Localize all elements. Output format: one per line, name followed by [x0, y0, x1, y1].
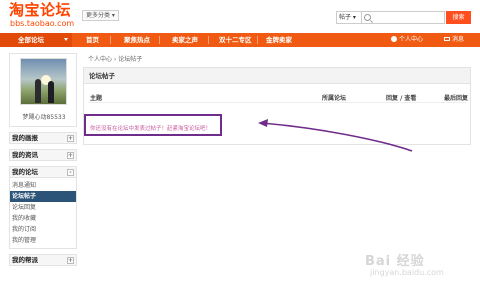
col-topic: 主题	[90, 95, 103, 102]
nav-divider	[110, 36, 111, 44]
sidebar-item-forum-replies[interactable]: 论坛回复	[10, 202, 76, 213]
logo-url: bbs.taobao.com	[10, 19, 75, 28]
nav-hot-topics[interactable]: 聚焦热点	[124, 33, 150, 47]
section-title: 我的资讯	[12, 151, 38, 159]
messages-label: 消息	[452, 36, 465, 43]
sidebar-item-management[interactable]: 我的管理	[10, 235, 76, 246]
section-my-forum[interactable]: 我的论坛 -	[9, 166, 77, 178]
avatar[interactable]	[20, 58, 67, 105]
expand-icon[interactable]: +	[67, 135, 74, 142]
nav-divider	[159, 36, 160, 44]
search-box[interactable]	[361, 11, 445, 24]
sidebar-item-forum-posts[interactable]: 论坛帖子	[10, 191, 76, 202]
nav-all-forums-label: 全部论坛	[18, 36, 44, 44]
section-title: 我的画报	[12, 134, 38, 142]
panel-title: 论坛帖子	[84, 68, 470, 84]
search-button[interactable]: 搜索	[446, 11, 471, 24]
sidebar-item-subscriptions[interactable]: 我的订阅	[10, 224, 76, 235]
forum-submenu: 消息通知 论坛帖子 论坛回复 我的收藏 我的订阅 我的管理	[9, 178, 77, 249]
personal-center-label: 个人中心	[399, 36, 424, 43]
col-forum: 所属论坛	[322, 95, 347, 102]
logo-title: 淘宝论坛	[9, 1, 72, 19]
search-type-select[interactable]: 帖子 ▾	[336, 11, 361, 24]
sidebar: 梦飓心动85533 我的画报 + 我的资讯 + 我的论坛 - 消息通知 论坛帖子…	[9, 53, 77, 266]
envelope-icon	[444, 37, 450, 41]
watermark-url: jingyan.baidu.com	[370, 268, 444, 277]
search-icon	[364, 14, 371, 21]
main-nav: 全部论坛 首页 聚焦热点 卖家之声 双十二专区 金牌卖家 个人中心 消息	[0, 33, 480, 47]
section-my-news[interactable]: 我的资讯 +	[9, 149, 77, 161]
sidebar-item-notifications[interactable]: 消息通知	[10, 180, 76, 191]
nav-divider	[208, 36, 209, 44]
section-my-pictorial[interactable]: 我的画报 +	[9, 132, 77, 144]
username[interactable]: 梦飓心动85533	[10, 112, 78, 121]
more-categories-dropdown[interactable]: 更多分类 ▾	[82, 10, 119, 21]
top-header: 淘宝论坛 bbs.taobao.com 更多分类 ▾ 帖子 ▾ 搜索	[0, 0, 480, 33]
personal-center-link[interactable]: 个人中心	[391, 33, 423, 47]
nav-double-twelve[interactable]: 双十二专区	[219, 33, 252, 47]
avatar-figure	[35, 79, 41, 103]
nav-divider	[257, 36, 258, 44]
col-last-reply: 最后回复	[444, 95, 469, 102]
profile-card: 梦飓心动85533	[9, 53, 77, 127]
expand-icon[interactable]: +	[67, 152, 74, 159]
section-title: 我的帮派	[12, 256, 38, 264]
highlight-box	[84, 114, 222, 136]
messages-link[interactable]: 消息	[444, 33, 464, 47]
sidebar-item-favorites[interactable]: 我的收藏	[10, 213, 76, 224]
search-input[interactable]	[372, 12, 442, 23]
chevron-down-icon	[64, 38, 68, 41]
collapse-icon[interactable]: -	[67, 169, 74, 176]
nav-home[interactable]: 首页	[86, 33, 99, 47]
watermark: Bai 经验	[365, 254, 425, 269]
taobao-forum-logo[interactable]: 淘宝论坛 bbs.taobao.com	[9, 1, 75, 29]
nav-gold-sellers[interactable]: 金牌卖家	[266, 33, 292, 47]
breadcrumb: 个人中心 › 论坛帖子	[88, 56, 143, 63]
search-bar: 帖子 ▾ 搜索	[336, 11, 471, 24]
section-title: 我的论坛	[12, 168, 38, 176]
header-divider	[88, 102, 466, 103]
expand-icon[interactable]: +	[67, 257, 74, 264]
section-my-gang[interactable]: 我的帮派 +	[9, 254, 77, 266]
avatar-figure	[48, 81, 54, 103]
user-icon	[391, 36, 397, 42]
nav-seller-voice[interactable]: 卖家之声	[172, 33, 198, 47]
col-replies-views: 回复 / 查看	[386, 95, 417, 102]
nav-all-forums[interactable]: 全部论坛	[0, 33, 72, 47]
